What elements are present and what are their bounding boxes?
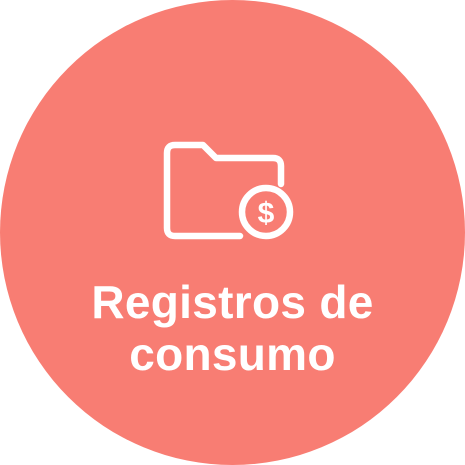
registros-de-consumo-tile[interactable]: $ Registros de consumo — [0, 0, 465, 465]
folder-dollar-icon: $ — [163, 141, 294, 240]
svg-text:$: $ — [258, 197, 275, 230]
tile-label-line1: Registros de — [91, 276, 374, 328]
tile-label-line2: consumo — [129, 328, 336, 380]
tile-label: Registros de consumo — [0, 276, 465, 380]
